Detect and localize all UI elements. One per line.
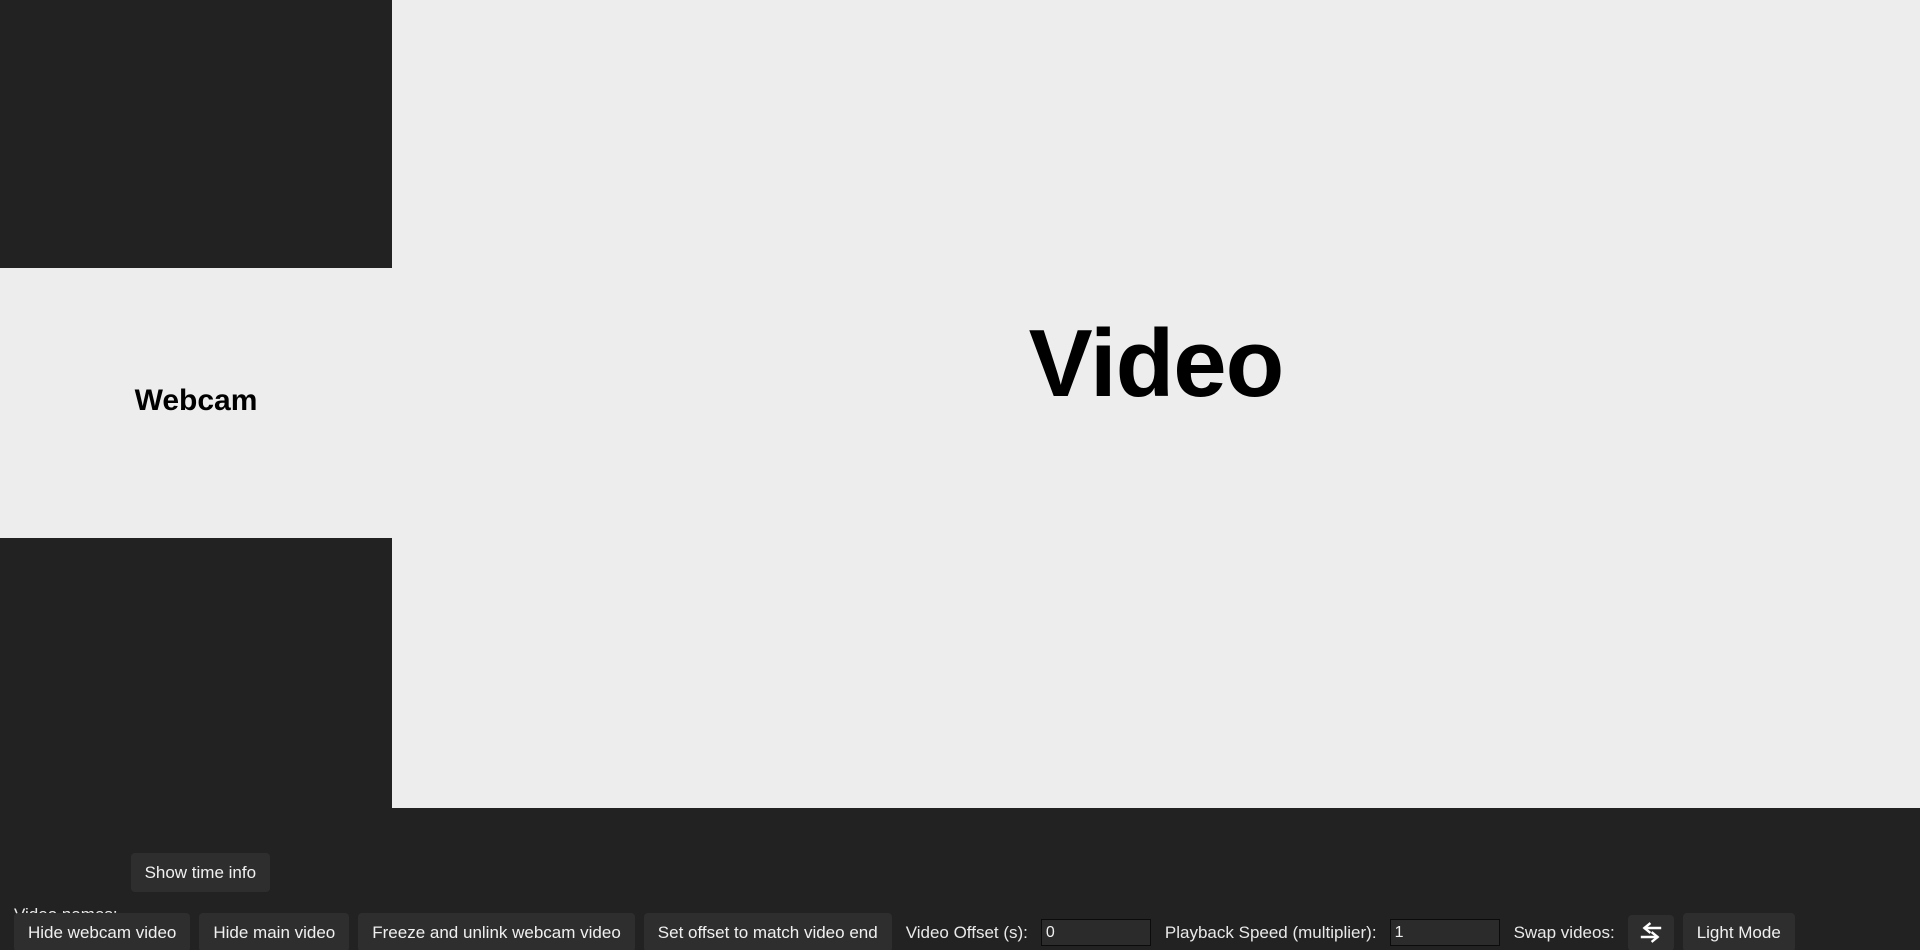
control-panel: Video names: Webcam.mp4 Video.mp4 Show t… [0, 808, 1920, 950]
main-video-label: Video [1028, 310, 1285, 417]
swap-arrows-icon [1639, 921, 1663, 944]
video-stage: Video Webcam [0, 0, 1920, 808]
set-offset-to-match-video-end-button[interactable]: Set offset to match video end [643, 913, 892, 950]
webcam-video-frame: Webcam [0, 268, 392, 538]
webcam-video-panel[interactable]: Webcam [0, 0, 392, 808]
swap-videos-button[interactable] [1627, 914, 1674, 950]
show-time-info-button[interactable]: Show time info [130, 853, 271, 892]
playback-speed-label: Playback Speed (multiplier): [1164, 922, 1377, 942]
playback-speed-input[interactable] [1389, 919, 1500, 946]
freeze-and-unlink-webcam-button[interactable]: Freeze and unlink webcam video [358, 913, 635, 950]
toolbar: Hide webcam video Hide main video Freeze… [14, 913, 1795, 950]
hide-main-video-button[interactable]: Hide main video [199, 913, 350, 950]
hide-webcam-video-button[interactable]: Hide webcam video [14, 913, 191, 950]
main-video-panel[interactable]: Video [392, 0, 1920, 808]
light-mode-button[interactable]: Light Mode [1682, 913, 1795, 950]
video-offset-label: Video Offset (s): [905, 922, 1028, 942]
webcam-label: Webcam [134, 383, 258, 417]
video-offset-input[interactable] [1040, 919, 1151, 946]
video-sync-app: Video Webcam Video names: Webcam.mp4 Vid… [0, 0, 1920, 950]
swap-videos-label: Swap videos: [1513, 922, 1615, 942]
